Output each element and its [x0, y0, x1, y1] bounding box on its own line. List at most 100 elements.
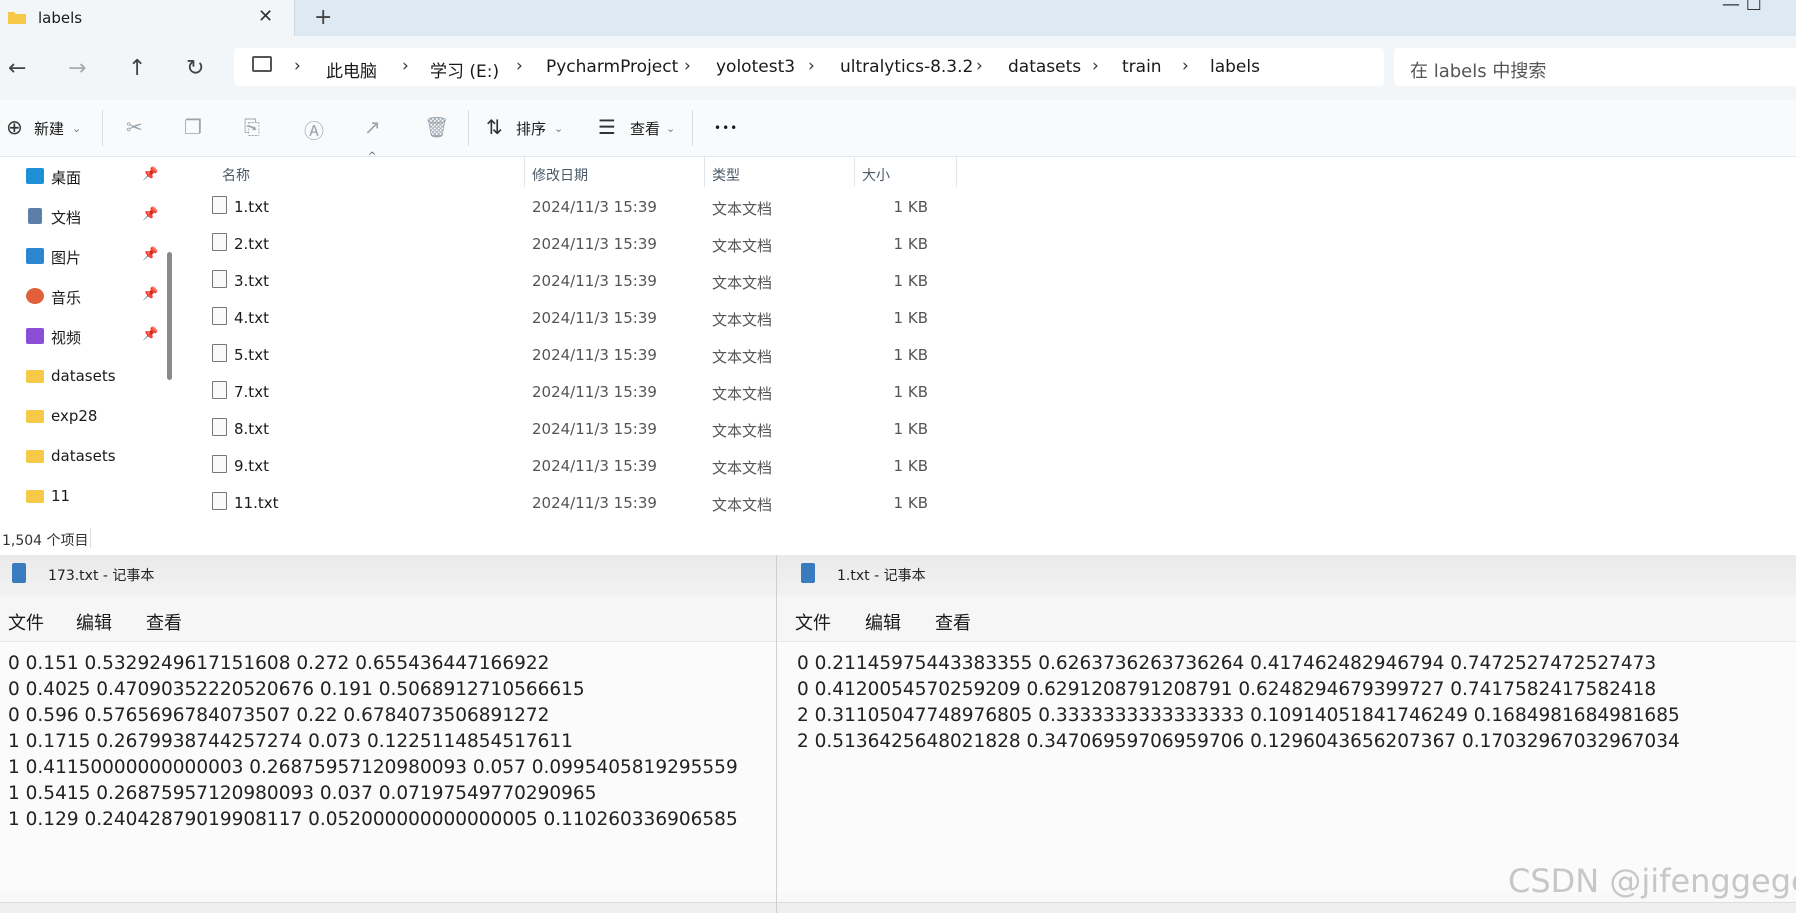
breadcrumb-item[interactable]: train [1122, 57, 1162, 77]
file-date: 2024/11/3 15:39 [532, 383, 657, 401]
text-line: 0 0.21145975443383355 0.6263736263736264… [797, 653, 1657, 674]
up-button[interactable]: ↑ [128, 56, 146, 81]
file-row[interactable]: 2.txt 2024/11/3 15:39 文本文档 1 KB [182, 224, 1002, 261]
rename-icon[interactable]: Ⓐ [304, 115, 324, 144]
folder-icon [8, 12, 26, 24]
new-tab-button[interactable]: + [314, 5, 332, 30]
text-line: 0 0.4120054570259209 0.6291208791208791 … [797, 679, 1657, 700]
file-row[interactable]: 1.txt 2024/11/3 15:39 文本文档 1 KB [182, 187, 1002, 224]
text-line: 2 0.31105047748976805 0.3333333333333333… [797, 705, 1680, 726]
address-row: ← → ↑ ↻ › 此电脑 › 学习 (E:) › PycharmProject… [0, 36, 1796, 100]
navigation-pane: 桌面 📌 文档 📌 图片 📌 音乐 📌 视频 📌 datasets exp28 … [0, 157, 180, 522]
breadcrumb-item[interactable]: labels [1210, 57, 1260, 77]
breadcrumb-item[interactable]: ultralytics-8.3.2 [840, 57, 973, 77]
breadcrumb-separator: › [1092, 56, 1099, 76]
pin-icon: 📌 [142, 167, 159, 182]
file-name: 1.txt [234, 198, 269, 216]
file-name: 8.txt [234, 420, 269, 438]
breadcrumb-item[interactable]: 学习 (E:) [430, 57, 499, 82]
document-icon [28, 208, 42, 224]
menu-file[interactable]: 文件 [795, 609, 831, 635]
text-editor[interactable]: 0 0.151 0.5329249617151608 0.272 0.65543… [0, 642, 776, 892]
paste-icon[interactable]: ⎘ [244, 115, 260, 139]
menu-file[interactable]: 文件 [8, 609, 44, 635]
file-name: 4.txt [234, 309, 269, 327]
column-header-date[interactable]: 修改日期 [532, 165, 588, 185]
back-button[interactable]: ← [8, 56, 26, 81]
column-header-size[interactable]: 大小 [862, 165, 890, 185]
breadcrumb-item[interactable]: PycharmProject [546, 57, 678, 77]
menu-bar: 文件 编辑 查看 [0, 597, 776, 642]
menu-edit[interactable]: 编辑 [865, 609, 901, 635]
file-type: 文本文档 [712, 459, 773, 477]
file-row[interactable]: 5.txt 2024/11/3 15:39 文本文档 1 KB [182, 335, 1002, 372]
view-button[interactable]: 查看 [630, 118, 660, 139]
sidebar-item-label: exp28 [51, 407, 98, 425]
file-type: 文本文档 [712, 385, 773, 403]
breadcrumb-separator: › [402, 56, 409, 76]
sidebar-item-label: datasets [51, 447, 116, 465]
pin-icon: 📌 [142, 287, 159, 302]
breadcrumb-separator: › [516, 56, 523, 76]
breadcrumb-separator: › [976, 56, 983, 76]
sort-button[interactable]: 排序 [516, 118, 546, 139]
text-file-icon [212, 492, 227, 510]
file-row[interactable]: 7.txt 2024/11/3 15:39 文本文档 1 KB [182, 372, 1002, 409]
file-type: 文本文档 [712, 422, 773, 440]
breadcrumb-item[interactable]: datasets [1008, 57, 1081, 77]
file-size: 1 KB [893, 383, 928, 401]
breadcrumb-separator: › [808, 56, 815, 76]
file-row[interactable]: 9.txt 2024/11/3 15:39 文本文档 1 KB [182, 446, 1002, 483]
cut-icon[interactable]: ✂ [126, 115, 143, 139]
breadcrumb-separator: › [1182, 56, 1189, 76]
forward-button[interactable]: → [68, 56, 86, 81]
refresh-button[interactable]: ↻ [186, 56, 204, 81]
breadcrumb-item[interactable]: yolotest3 [716, 57, 795, 77]
text-line: 1 0.1715 0.2679938744257274 0.073 0.1225… [8, 731, 573, 752]
pin-icon: 📌 [142, 247, 159, 262]
more-options-button[interactable]: ••• [714, 121, 738, 135]
close-tab-icon[interactable]: ✕ [258, 6, 273, 27]
file-name: 2.txt [234, 235, 269, 253]
menu-view[interactable]: 查看 [146, 609, 182, 635]
status-bar: 1,504 个项目 [0, 522, 1796, 555]
file-date: 2024/11/3 15:39 [532, 420, 657, 438]
new-button[interactable]: 新建 [34, 118, 64, 139]
sidebar-item-label: 文档 [51, 209, 82, 227]
tab-title: labels [38, 9, 83, 27]
search-input[interactable]: 在 labels 中搜索 [1394, 48, 1796, 86]
file-row[interactable]: 11.txt 2024/11/3 15:39 文本文档 1 KB [182, 483, 1002, 520]
menu-view[interactable]: 查看 [935, 609, 971, 635]
text-file-icon [212, 381, 227, 399]
file-row[interactable]: 3.txt 2024/11/3 15:39 文本文档 1 KB [182, 261, 1002, 298]
file-size: 1 KB [893, 346, 928, 364]
file-row[interactable]: 4.txt 2024/11/3 15:39 文本文档 1 KB [182, 298, 1002, 335]
file-size: 1 KB [893, 272, 928, 290]
breadcrumb-item[interactable]: 此电脑 [326, 57, 377, 82]
menu-edit[interactable]: 编辑 [76, 609, 112, 635]
window-controls[interactable]: — ☐ [1722, 0, 1762, 15]
sidebar-scrollbar[interactable] [167, 252, 172, 380]
item-count: 1,504 个项目 [2, 533, 89, 549]
title-bar: 1.txt - 记事本 [777, 555, 1796, 597]
text-editor[interactable]: 0 0.21145975443383355 0.6263736263736264… [777, 642, 1796, 892]
folder-icon [26, 370, 44, 383]
view-icon: ☰ [598, 115, 616, 139]
address-bar[interactable]: › 此电脑 › 学习 (E:) › PycharmProject › yolot… [234, 48, 1384, 86]
tab-labels[interactable]: labels ✕ [0, 0, 295, 36]
column-header-type[interactable]: 类型 [712, 165, 740, 185]
text-line: 1 0.41150000000000003 0.2687595712098009… [8, 757, 738, 778]
file-name: 3.txt [234, 272, 269, 290]
delete-icon[interactable]: 🗑 [424, 115, 449, 139]
text-file-icon [212, 418, 227, 436]
sidebar-item-label: 音乐 [51, 289, 82, 307]
file-type: 文本文档 [712, 348, 773, 366]
column-header-name[interactable]: 名称 [222, 165, 250, 185]
share-icon[interactable]: ↗ [364, 115, 381, 139]
file-size: 1 KB [893, 309, 928, 327]
copy-icon[interactable]: ❐ [184, 115, 202, 139]
chevron-down-icon: ⌄ [554, 122, 564, 135]
pictures-icon [26, 248, 44, 264]
chevron-down-icon: ⌄ [666, 122, 676, 135]
file-row[interactable]: 8.txt 2024/11/3 15:39 文本文档 1 KB [182, 409, 1002, 446]
